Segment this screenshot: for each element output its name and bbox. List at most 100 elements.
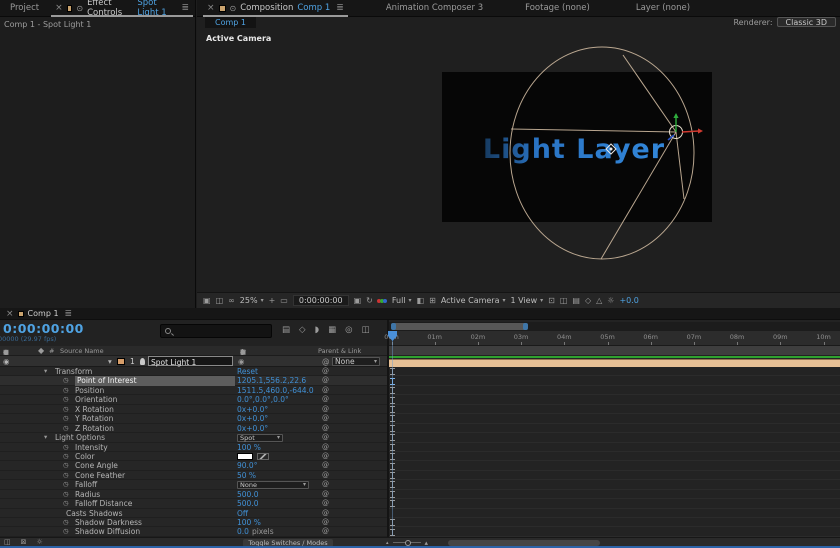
pick-whip-icon[interactable]: @	[322, 471, 329, 480]
property-name[interactable]: Orientation	[75, 395, 117, 404]
navigator-start-handle[interactable]	[391, 323, 396, 330]
timeline-track-shadow-diffusion[interactable]	[389, 527, 840, 537]
property-value[interactable]: 0x+0.0°	[237, 424, 268, 433]
lock-icon[interactable]: ⊙	[230, 4, 237, 13]
property-value[interactable]: 0x+0.0°	[237, 414, 268, 423]
stopwatch-icon[interactable]: ◷	[63, 452, 69, 461]
timeline-tab-label[interactable]: Comp 1	[28, 309, 59, 318]
comp-marker-icon[interactable]: ▤	[282, 326, 290, 335]
transparency-grid-icon[interactable]: ◧	[417, 296, 425, 305]
viewer-comp-tab[interactable]: Comp 1	[205, 17, 256, 28]
timeline-track-cone-feather[interactable]	[389, 470, 840, 481]
primary-viewer-icon[interactable]: ◫	[216, 296, 224, 305]
preview-timecode[interactable]: 0:00:00:00	[292, 295, 349, 306]
property-row-x-rotation[interactable]: ◷ X Rotation 0x+0.0° @	[0, 404, 388, 415]
av-feature-icon[interactable]: ◉	[238, 356, 245, 367]
exposure-value[interactable]: +0.0	[619, 296, 638, 305]
stopwatch-icon[interactable]: ◷	[63, 490, 69, 499]
timeline-track-color[interactable]	[389, 451, 840, 462]
property-name[interactable]: Color	[75, 452, 95, 461]
pick-whip-icon[interactable]: @	[322, 480, 329, 489]
layer-label-swatch[interactable]	[117, 358, 125, 365]
timeline-zoom-slider[interactable]	[392, 539, 421, 546]
pick-whip-icon[interactable]: @	[322, 518, 329, 527]
timeline-track-cone-angle[interactable]	[389, 461, 840, 471]
eyedropper-icon[interactable]	[257, 453, 269, 461]
lock-icon[interactable]: ⊙	[76, 4, 83, 13]
stopwatch-icon[interactable]: ◷	[63, 480, 69, 489]
timeline-track-radius[interactable]	[389, 489, 840, 500]
stopwatch-icon[interactable]: ◷	[63, 499, 69, 508]
property-name[interactable]: Y Rotation	[75, 414, 113, 423]
property-row-z-rotation[interactable]: ◷ Z Rotation 0x+0.0° @	[0, 423, 388, 434]
property-name[interactable]: Falloff Distance	[75, 499, 132, 508]
timeline-track-point-of-interest[interactable]	[389, 376, 840, 386]
pick-whip-icon[interactable]: @	[322, 356, 330, 367]
draft-3d-view-icon[interactable]: ◇	[585, 296, 591, 305]
tab-layer[interactable]: Layer (none)	[626, 3, 700, 13]
property-row-shadow-diffusion[interactable]: ◷ Shadow Diffusion 0.0 pixels @	[0, 527, 388, 537]
pick-whip-icon[interactable]: @	[322, 499, 329, 508]
close-icon[interactable]: ×	[6, 309, 14, 319]
tab-composition[interactable]: × ⊙ Composition Comp 1 ≣	[201, 0, 350, 17]
always-preview-icon[interactable]: ▣	[203, 296, 211, 305]
property-row-cone-angle[interactable]: ◷ Cone Angle 90.0° @	[0, 461, 388, 471]
comp-canvas[interactable]: Light Layer	[197, 28, 840, 281]
navigator-end-handle[interactable]	[523, 323, 528, 330]
pick-whip-icon[interactable]: @	[322, 433, 329, 442]
parent-dropdown[interactable]: None ▾	[332, 357, 380, 366]
pick-whip-icon[interactable]: @	[322, 509, 329, 518]
property-row-falloff-distance[interactable]: ◷ Falloff Distance 500.0 @	[0, 499, 388, 509]
property-value[interactable]: 100 %	[237, 443, 261, 452]
property-dropdown[interactable]: None ▾	[237, 481, 309, 490]
property-row-point-of-interest[interactable]: ◷ Point of Interest 1205.1,556.2,22.6 @	[0, 376, 388, 386]
navigator-bar[interactable]	[391, 323, 528, 330]
timeline-track-z-rotation[interactable]	[389, 423, 840, 434]
region-of-interest-icon[interactable]: ▭	[280, 296, 288, 305]
stopwatch-icon[interactable]: ◷	[63, 414, 69, 423]
fast-preview-icon[interactable]: △	[596, 296, 602, 305]
property-value[interactable]: 90.0°	[237, 461, 257, 470]
property-name[interactable]: Shadow Diffusion	[75, 527, 140, 536]
timeline-track-intensity[interactable]	[389, 442, 840, 452]
snapshot-camera-icon[interactable]: ▣	[354, 296, 362, 305]
pick-whip-icon[interactable]: @	[322, 395, 329, 404]
stopwatch-icon[interactable]: ◷	[63, 376, 69, 385]
mask-visibility-icon[interactable]: ⊞	[429, 296, 436, 305]
pick-whip-icon[interactable]: @	[322, 367, 329, 376]
pick-whip-icon[interactable]: @	[322, 386, 329, 395]
panel-menu-icon[interactable]: ≣	[336, 3, 344, 13]
property-row-cone-feather[interactable]: ◷ Cone Feather 50 % @	[0, 470, 388, 481]
property-value[interactable]: 100 %	[237, 518, 261, 527]
close-icon[interactable]: ×	[55, 3, 63, 13]
renderer-button[interactable]: Classic 3D	[776, 17, 836, 27]
stopwatch-icon[interactable]: ◷	[63, 424, 69, 433]
stopwatch-icon[interactable]: ◷	[63, 405, 69, 414]
property-value[interactable]: Off	[237, 509, 248, 518]
property-row-color[interactable]: ◷ Color @	[0, 451, 388, 462]
layer-name-field[interactable]: Spot Light 1	[148, 356, 233, 367]
property-row-transform[interactable]: ▾ Transform Reset @	[0, 367, 388, 377]
panel-menu-icon[interactable]: ≣	[65, 309, 73, 319]
property-row-falloff[interactable]: ◷ Falloff None ▾ @	[0, 480, 388, 490]
stopwatch-icon[interactable]: ◷	[63, 471, 69, 480]
property-dropdown[interactable]: Spot ▾	[237, 433, 283, 442]
pick-whip-icon[interactable]: @	[322, 461, 329, 470]
chevron-down-icon[interactable]: ▾	[44, 367, 47, 376]
zoom-out-icon[interactable]: ▴	[386, 540, 389, 546]
stopwatch-icon[interactable]: ◷	[63, 518, 69, 527]
pick-whip-icon[interactable]: @	[322, 443, 329, 452]
property-row-position[interactable]: ◷ Position 1511.5,460.0,-644.0 @	[0, 385, 388, 396]
time-ruler[interactable]: 00m01m02m03m04m05m06m07m08m09m10m	[384, 331, 840, 346]
layer-row-spot-light-1[interactable]: ◉ ▾ 1 Spot Light 1 ◉ @ None ▾	[0, 356, 388, 367]
frame-blend-icon[interactable]: ▦	[328, 326, 336, 335]
graph-editor-icon[interactable]: ◫	[362, 326, 370, 335]
tab-effect-controls[interactable]: × ⊙ Effect Controls Spot Light 1 ≣	[49, 0, 195, 18]
resolution-dropdown[interactable]: Full ▾	[392, 296, 412, 305]
property-name[interactable]: Cone Feather	[75, 471, 125, 480]
close-icon[interactable]: ×	[207, 3, 215, 13]
source-name-column-header[interactable]: Source Name	[60, 347, 104, 355]
property-value[interactable]: 50 %	[237, 471, 256, 480]
pick-whip-icon[interactable]: @	[322, 376, 329, 385]
timeline-track-y-rotation[interactable]	[389, 414, 840, 424]
